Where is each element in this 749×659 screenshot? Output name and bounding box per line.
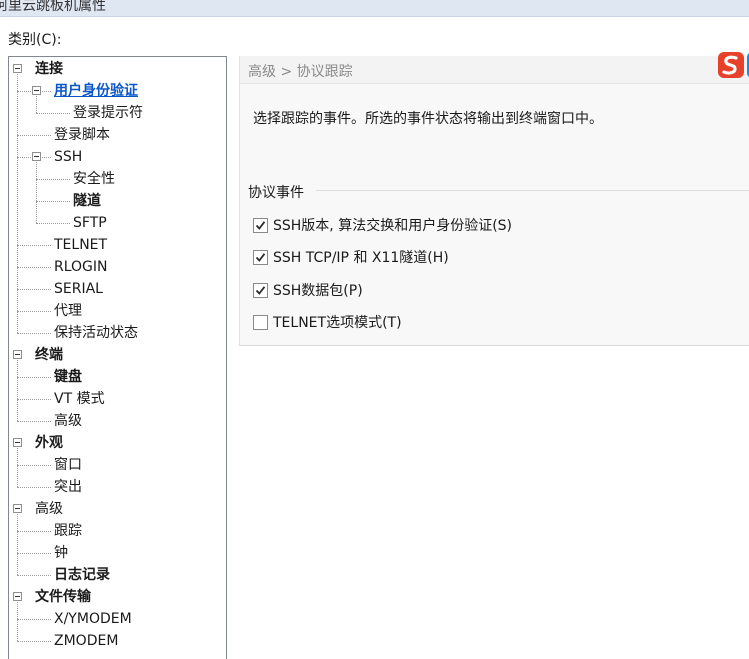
tree-connector-line [36, 201, 70, 202]
checkmark-icon [255, 253, 266, 262]
tree-item-terminal[interactable]: 终端 [35, 344, 63, 366]
checkbox-label: SSH TCP/IP 和 X11隧道(H) [273, 250, 449, 266]
tree-connector-line [17, 135, 51, 136]
tree-item-serial[interactable]: SERIAL [54, 278, 103, 300]
collapse-toggle-icon[interactable] [32, 152, 41, 161]
tree-connector-line [17, 360, 18, 421]
tree-item-sftp[interactable]: SFTP [73, 212, 107, 234]
tree-item-proxy[interactable]: 代理 [54, 300, 82, 322]
tree-item-connection[interactable]: 连接 [35, 58, 63, 80]
tree-connector-line [17, 311, 51, 312]
checkbox-label: SSH数据包(P) [273, 283, 363, 299]
breadcrumb-bar: 高级 > 协议跟踪 [240, 52, 749, 84]
tree-item-tunnel[interactable]: 隧道 [73, 190, 101, 212]
tree-connector-line [17, 602, 18, 641]
tree-item-security[interactable]: 安全性 [73, 168, 115, 190]
tree-connector-line [36, 162, 37, 223]
tree-connector-line [17, 575, 51, 576]
tree-item-highlight[interactable]: 突出 [54, 476, 82, 498]
category-label: 类别(C): [8, 32, 62, 48]
checkbox-checked[interactable] [253, 283, 268, 298]
tree-connector-line [17, 553, 51, 554]
checkbox-checked[interactable] [253, 218, 268, 233]
tree-connector-line [17, 487, 51, 488]
tree-item-keepalive[interactable]: 保持活动状态 [54, 322, 138, 344]
sogou-ime-icon[interactable] [716, 46, 749, 80]
tree-connector-line [17, 74, 18, 333]
category-tree[interactable]: 连接 用户身份验证 登录提示符 登录脚本 SSH 安全性 隧道 SFTP TELNET RLOGI… [8, 56, 227, 659]
tree-connector-line [17, 289, 51, 290]
tree-item-logging[interactable]: 日志记录 [54, 564, 110, 586]
tree-item-xymodem[interactable]: X/YMODEM [54, 608, 132, 630]
checkbox-unchecked[interactable] [253, 315, 268, 330]
window-title: 阿里云跳板机属性 [0, 0, 106, 14]
tree-connector-line [17, 333, 51, 334]
tree-connector-line [36, 113, 70, 114]
tree-item-bell[interactable]: 钟 [54, 542, 68, 564]
tree-item-auth[interactable]: 用户身份验证 [54, 80, 138, 102]
breadcrumb: 高级 > 协议跟踪 [248, 64, 353, 80]
tree-item-login-script[interactable]: 登录脚本 [54, 124, 110, 146]
collapse-toggle-icon[interactable] [13, 592, 22, 601]
tree-connector-line [17, 619, 51, 620]
checkmark-icon [255, 286, 266, 295]
tree-item-file-transfer[interactable]: 文件传输 [35, 586, 91, 608]
group-label: 协议事件 [248, 182, 308, 202]
checkmark-icon [255, 221, 266, 230]
collapse-toggle-icon[interactable] [13, 350, 22, 359]
checkbox-label: TELNET选项模式(T) [273, 315, 402, 331]
tree-item-zmodem[interactable]: ZMODEM [54, 630, 118, 652]
tree-connector-line [17, 399, 51, 400]
tree-item-rlogin[interactable]: RLOGIN [54, 256, 108, 278]
checkbox-checked[interactable] [253, 250, 268, 265]
tree-connector-line [36, 179, 70, 180]
collapse-toggle-icon[interactable] [13, 438, 22, 447]
group-divider [316, 190, 749, 191]
tree-connector-line [17, 377, 51, 378]
tree-item-login-prompt[interactable]: 登录提示符 [73, 102, 143, 124]
collapse-toggle-icon[interactable] [32, 86, 41, 95]
tree-connector-line [17, 465, 51, 466]
tree-connector-line [17, 421, 51, 422]
tree-item-ssh[interactable]: SSH [54, 146, 82, 168]
tree-item-window[interactable]: 窗口 [54, 454, 82, 476]
tree-connector-line [17, 531, 51, 532]
tree-item-trace[interactable]: 跟踪 [54, 520, 82, 542]
tree-item-advanced[interactable]: 高级 [35, 498, 63, 520]
panel-description: 选择跟踪的事件。所选的事件状态将输出到终端窗口中。 [253, 111, 603, 127]
collapse-toggle-icon[interactable] [13, 504, 22, 513]
checkbox-label: SSH版本, 算法交换和用户身份验证(S) [273, 218, 513, 234]
tree-item-terminal-advanced[interactable]: 高级 [54, 410, 82, 432]
tree-connector-line [17, 641, 51, 642]
tree-connector-line [17, 245, 51, 246]
tree-item-appearance[interactable]: 外观 [35, 432, 63, 454]
tree-item-telnet[interactable]: TELNET [54, 234, 107, 256]
tree-connector-line [17, 514, 18, 575]
tree-connector-line [17, 267, 51, 268]
tree-connector-line [36, 223, 70, 224]
collapse-toggle-icon[interactable] [13, 64, 22, 73]
tree-connector-line [17, 448, 18, 487]
tree-item-keyboard[interactable]: 键盘 [54, 366, 82, 388]
settings-panel: 高级 > 协议跟踪 选择跟踪的事件。所选的事件状态将输出到终端窗口中。 协议事件… [239, 52, 749, 346]
tree-item-vt-mode[interactable]: VT 模式 [54, 388, 105, 410]
tree-connector-line [36, 96, 37, 113]
title-bar: 阿里云跳板机属性 [0, 0, 749, 17]
